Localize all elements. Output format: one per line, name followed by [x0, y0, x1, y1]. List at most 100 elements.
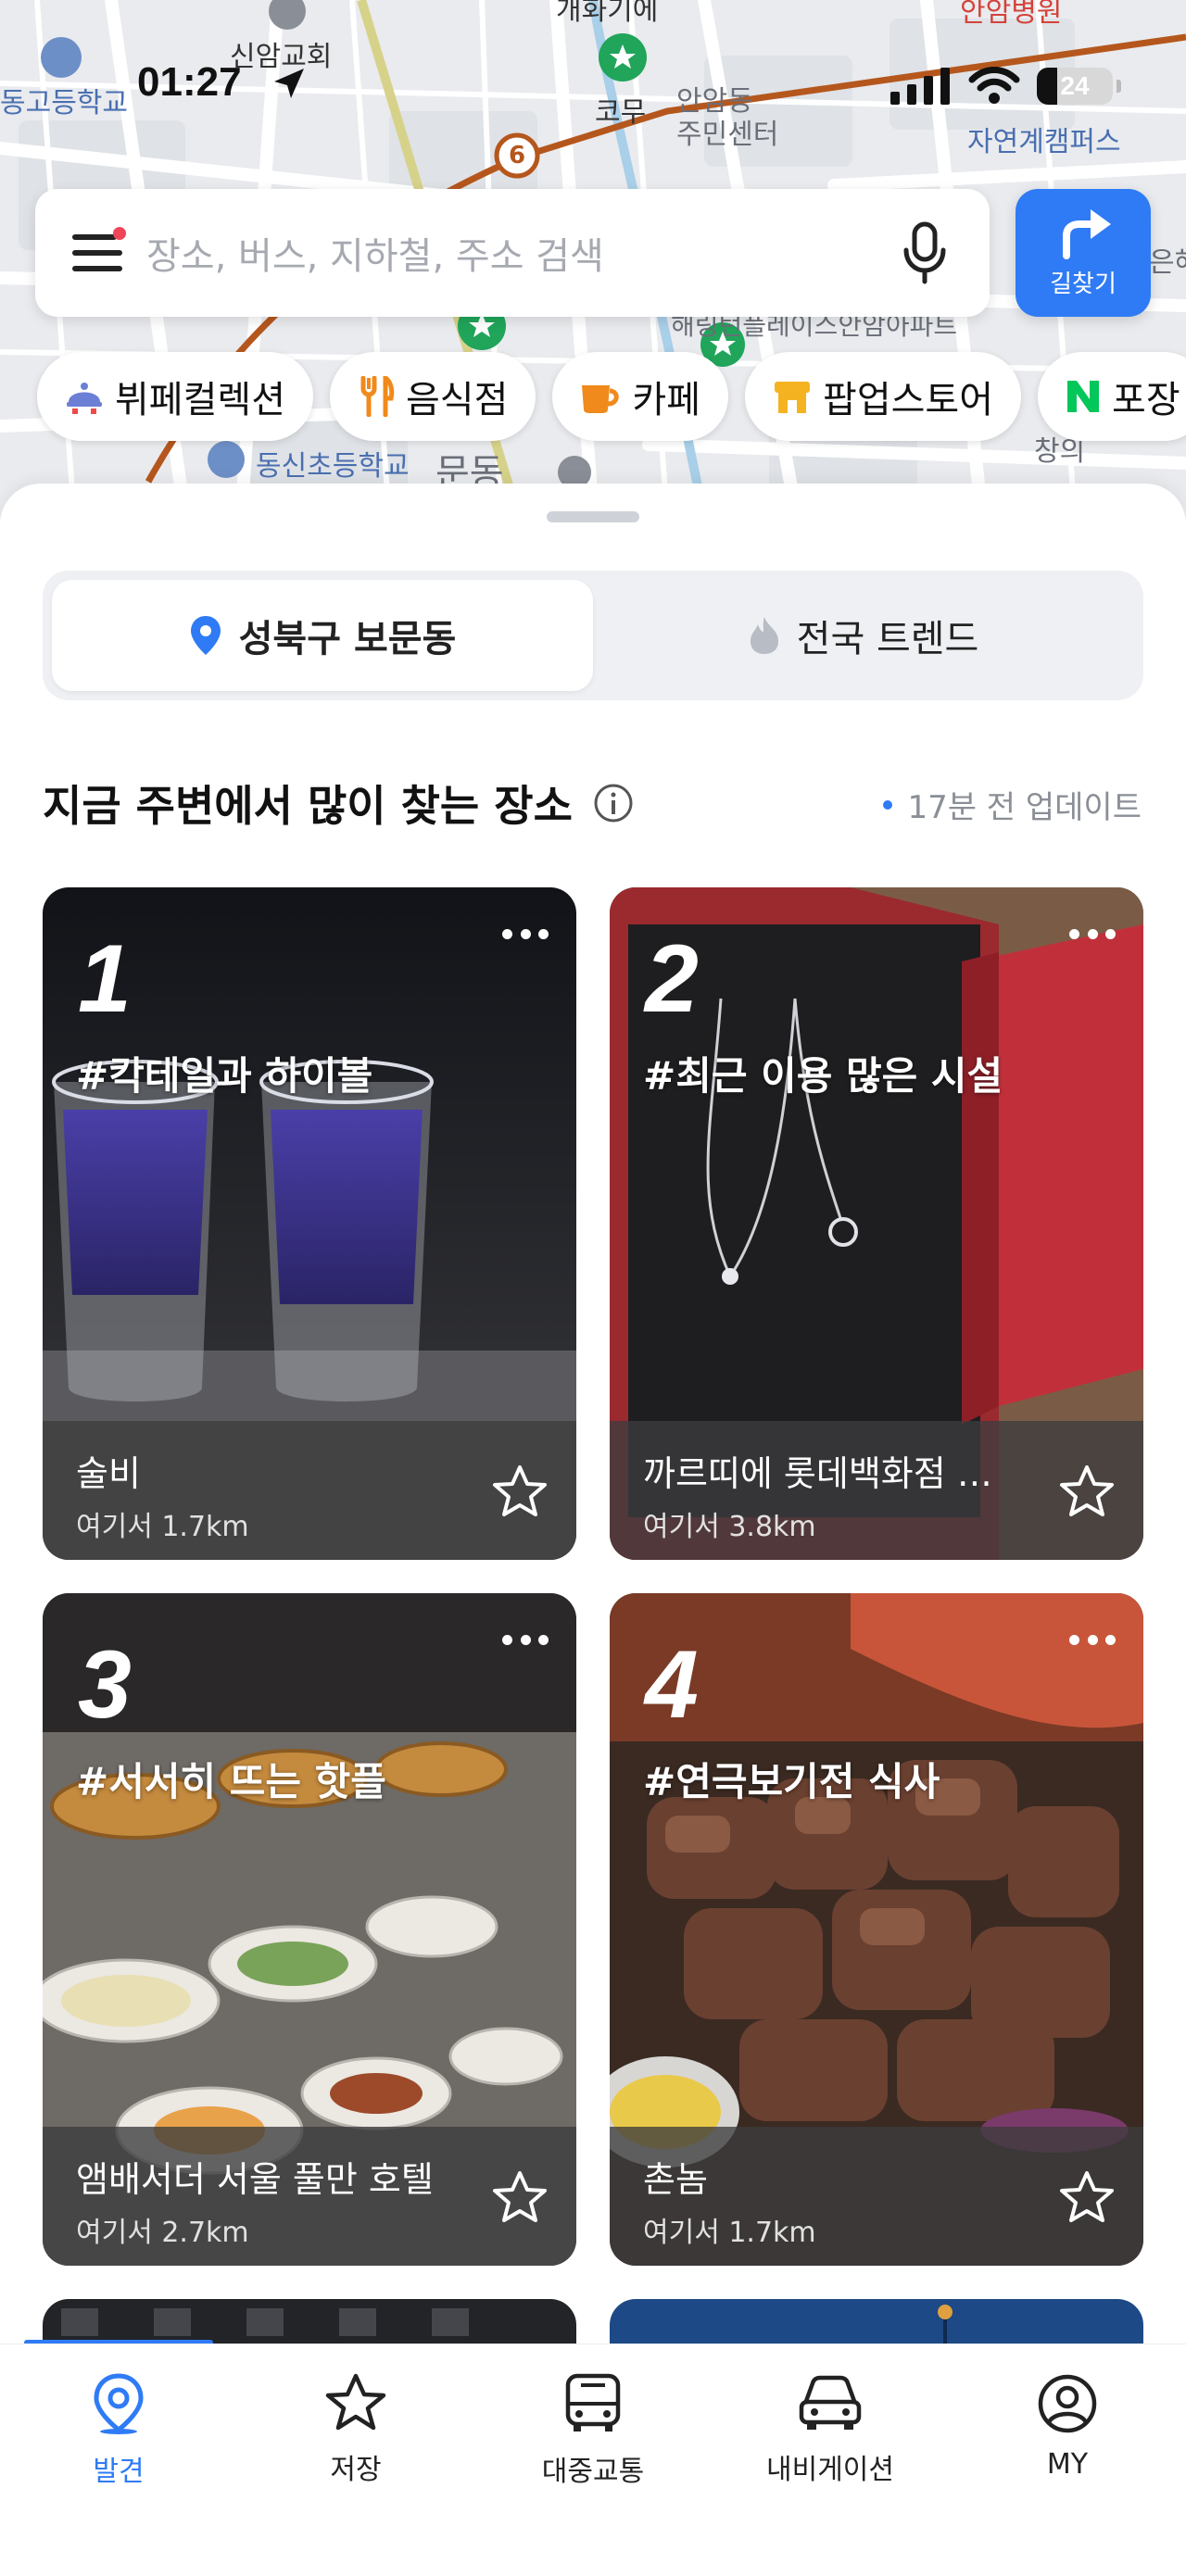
location-pin-icon: [94, 2373, 144, 2434]
fork-knife-icon: [358, 376, 395, 417]
bus-icon: [565, 2373, 621, 2431]
place-tag: #칵테일과 하이볼: [76, 1053, 373, 1099]
place-tag: #서서히 뜨는 핫플: [76, 1759, 386, 1804]
bottom-navigation: 발견 저장 대중교통 내비게이션 MY: [0, 2344, 1186, 2576]
menu-icon[interactable]: [72, 227, 126, 271]
tab-local-area[interactable]: 성북구 보문동: [52, 580, 593, 691]
store-icon: [773, 378, 812, 415]
map-label-eun: 은해: [1149, 246, 1186, 279]
buffet-icon: [65, 378, 104, 415]
bottom-sheet: 성북구 보문동 전국 트렌드 지금 주변에서 많이 찾는 장소 17분 전 업데…: [0, 484, 1186, 2576]
place-name: 까르띠에 롯데백화점 에비뉴엘 본점: [643, 1453, 1023, 1494]
location-arrow-icon: [274, 69, 304, 98]
star-icon: [325, 2373, 386, 2431]
chip-buffet-label: 뷔페컬렉션: [115, 379, 285, 421]
place-card-3[interactable]: 3 #서서히 뜨는 핫플 앰배서더 서울 풀만 호텔 여기서 2.7km: [43, 1593, 576, 2266]
place-name: 촌놈: [643, 2159, 708, 2200]
nav-discover-label: 발견: [93, 2456, 145, 2488]
section-title-text: 지금 주변에서 많이 찾는 장소: [43, 781, 573, 831]
chip-popup-store-label: 팝업스토어: [823, 379, 994, 421]
map-label-komu: 코무: [595, 96, 647, 129]
nav-discover[interactable]: 발견: [0, 2344, 237, 2576]
microphone-icon[interactable]: [897, 220, 953, 285]
chip-buffet[interactable]: 뷔페컬렉션: [37, 352, 313, 441]
rank-number: 2: [645, 925, 699, 1033]
place-card-4[interactable]: 4 #연극보기전 식사 촌놈 여기서 1.7km: [610, 1593, 1143, 2266]
place-tag: #연극보기전 식사: [643, 1759, 940, 1804]
naver-icon: [1066, 379, 1101, 414]
tab-national-trend[interactable]: 전국 트렌드: [593, 580, 1134, 691]
rank-number: 3: [78, 1631, 132, 1739]
flame-icon: [749, 615, 780, 656]
more-options-icon[interactable]: [1069, 924, 1116, 943]
signal-icon: [890, 68, 950, 105]
category-chips: 뷔페컬렉션 음식점 카페 팝업스토어 포장: [37, 352, 1186, 441]
battery-tip: [1117, 80, 1121, 93]
place-distance: 여기서 2.7km: [76, 2217, 249, 2249]
nav-navigation-label: 내비게이션: [766, 2454, 894, 2486]
battery-icon: 24: [1037, 68, 1113, 105]
favorite-star-icon[interactable]: [1058, 1464, 1116, 1519]
status-icons: 24: [890, 67, 1121, 106]
nav-navigation[interactable]: 내비게이션: [712, 2344, 949, 2576]
chip-cafe-label: 카페: [632, 379, 701, 421]
map-label-elem-school: 동신초등학교: [256, 450, 410, 483]
search-bar[interactable]: 장소, 버스, 지하철, 주소 검색: [35, 189, 990, 317]
info-icon[interactable]: [593, 783, 634, 823]
place-tag: #최근 이용 많은 시설: [643, 1053, 1003, 1099]
chip-restaurant-label: 음식점: [406, 379, 509, 421]
map-label-anam-center: 안암동 주민센터: [676, 85, 779, 151]
place-distance: 여기서 3.8km: [643, 1511, 816, 1543]
wifi-icon: [968, 67, 1020, 104]
nav-my[interactable]: MY: [949, 2344, 1186, 2576]
profile-icon: [1038, 2374, 1097, 2433]
place-distance: 여기서 1.7km: [643, 2217, 816, 2249]
nav-saved-label: 저장: [330, 2454, 382, 2486]
map-label-campus: 자연계캠퍼스: [967, 126, 1121, 158]
cup-icon: [580, 378, 621, 415]
sheet-drag-handle[interactable]: [547, 511, 639, 522]
more-options-icon[interactable]: [502, 1630, 549, 1649]
rank-number: 4: [645, 1631, 699, 1739]
location-pin-icon: [189, 614, 222, 657]
region-toggle: 성북구 보문동 전국 트렌드: [43, 571, 1143, 700]
nav-transit-label: 대중교통: [541, 2456, 645, 2488]
map-label-station: 개화기에: [556, 0, 659, 27]
directions-button[interactable]: 길찾기: [1016, 189, 1151, 317]
place-distance: 여기서 1.7km: [76, 1511, 249, 1543]
search-input[interactable]: 장소, 버스, 지하철, 주소 검색: [146, 226, 897, 280]
update-dot: [883, 799, 893, 810]
section-title: 지금 주변에서 많이 찾는 장소: [43, 773, 634, 834]
car-icon: [799, 2375, 862, 2430]
place-card-1[interactable]: 1 #칵테일과 하이볼 술비 여기서 1.7km: [43, 887, 576, 1560]
directions-label: 길찾기: [1050, 270, 1117, 298]
place-name: 술비: [76, 1453, 141, 1494]
update-status: 17분 전 업데이트: [883, 782, 1142, 827]
battery-level: 24: [1060, 71, 1090, 100]
nav-saved[interactable]: 저장: [237, 2344, 474, 2576]
more-options-icon[interactable]: [1069, 1630, 1116, 1649]
favorite-star-icon[interactable]: [491, 1464, 549, 1519]
update-text: 17분 전 업데이트: [907, 789, 1142, 826]
turn-right-arrow-icon: [1063, 208, 1111, 259]
nav-transit[interactable]: 대중교통: [474, 2344, 712, 2576]
nav-my-label: MY: [1046, 2448, 1089, 2481]
status-time: 01:27: [137, 59, 242, 105]
line-6-marker: 6: [508, 142, 526, 170]
favorite-star-icon[interactable]: [491, 2169, 549, 2225]
notification-dot: [113, 227, 126, 240]
map-label-hospital: 안암병원: [960, 0, 1063, 29]
chip-restaurant[interactable]: 음식점: [330, 352, 536, 441]
rank-number: 1: [78, 925, 132, 1033]
map-label-school: 동고등학교: [0, 87, 128, 119]
tab-local-label: 성북구 보문동: [238, 618, 457, 660]
chip-cafe[interactable]: 카페: [552, 352, 729, 441]
place-card-2[interactable]: 2 #최근 이용 많은 시설 까르띠에 롯데백화점 에비뉴엘 본점 여기서 3.…: [610, 887, 1143, 1560]
tab-national-label: 전국 트렌드: [796, 618, 979, 660]
favorite-star-icon[interactable]: [1058, 2169, 1116, 2225]
chip-takeout-label: 포장: [1112, 379, 1180, 421]
more-options-icon[interactable]: [502, 924, 549, 943]
place-name: 앰배서더 서울 풀만 호텔: [76, 2159, 434, 2200]
chip-takeout[interactable]: 포장: [1038, 352, 1186, 441]
chip-popup-store[interactable]: 팝업스토어: [745, 352, 1022, 441]
